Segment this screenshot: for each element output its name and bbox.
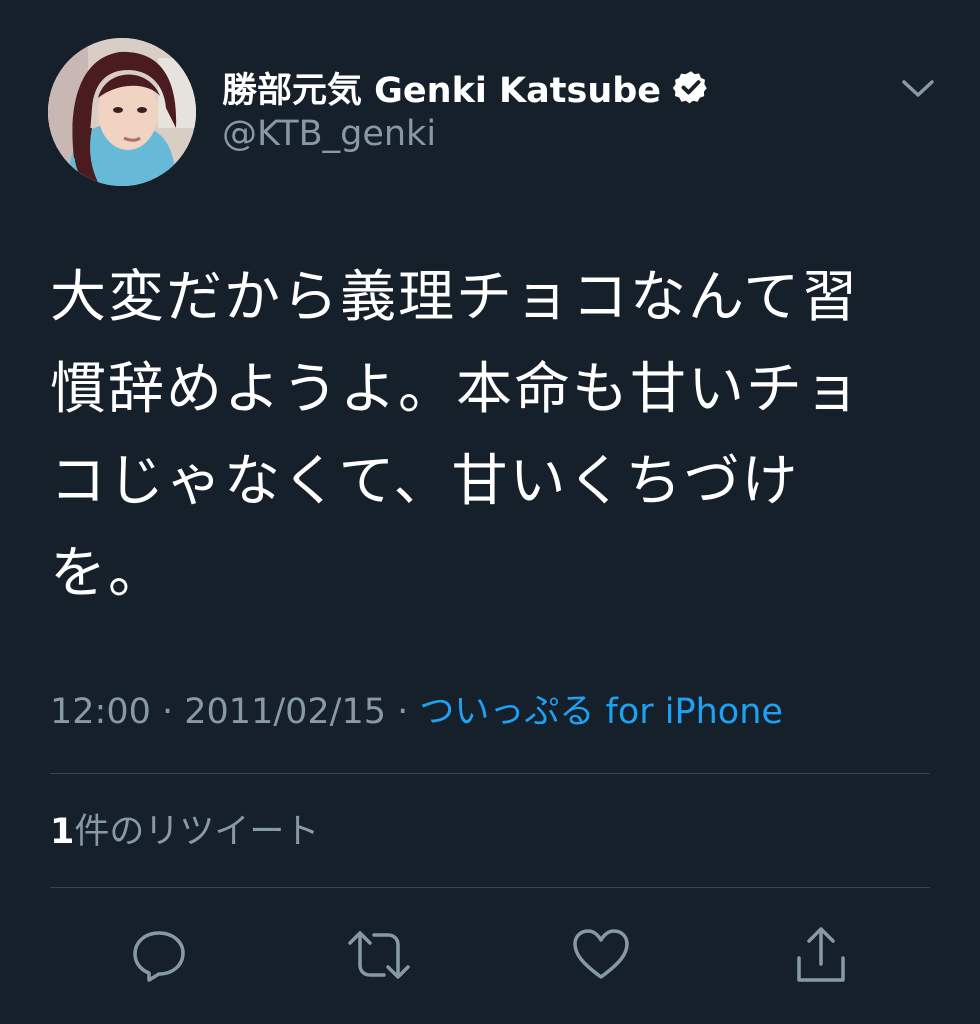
retweet-button[interactable]: [344, 920, 414, 990]
reply-button[interactable]: [124, 920, 194, 990]
tweet-source-link[interactable]: ついっぷる for iPhone: [419, 692, 783, 732]
avatar-image: [48, 38, 196, 186]
tweet-time: 12:00: [50, 692, 151, 732]
like-button[interactable]: [566, 920, 636, 990]
display-name[interactable]: 勝部元気 Genki Katsube: [222, 62, 661, 113]
retweet-icon: [348, 931, 410, 979]
user-handle[interactable]: @KTB_genki: [222, 114, 436, 154]
like-icon: [573, 929, 629, 979]
retweet-stats[interactable]: 1件のリツイート: [50, 808, 319, 856]
action-bar: [0, 920, 980, 990]
meta-separator: ·: [386, 692, 420, 732]
divider: [50, 887, 930, 888]
avatar[interactable]: [48, 38, 196, 186]
share-icon: [797, 927, 845, 982]
tweet-meta: 12:00 · 2011/02/15 · ついっぷる for iPhone: [50, 688, 783, 736]
name-row: 勝部元気 Genki Katsube: [222, 62, 709, 112]
divider: [50, 773, 930, 774]
chevron-down-icon: [902, 80, 934, 97]
tweet-date[interactable]: 2011/02/15: [184, 692, 386, 732]
verified-badge-icon: [673, 69, 709, 105]
more-options-button[interactable]: [894, 64, 942, 112]
tweet-card: 勝部元気 Genki Katsube @KTB_genki 大変だから義理チョコ…: [0, 0, 980, 1024]
retweet-label: 件のリツイート: [74, 812, 320, 852]
tweet-text: 大変だから義理チョコなんて習慣辞めようよ。本命も甘いチョコじゃなくて、甘いくちづ…: [50, 265, 862, 606]
meta-separator: ·: [150, 692, 185, 732]
reply-icon: [133, 931, 185, 982]
retweet-count: 1: [50, 812, 75, 852]
share-button[interactable]: [786, 920, 856, 990]
